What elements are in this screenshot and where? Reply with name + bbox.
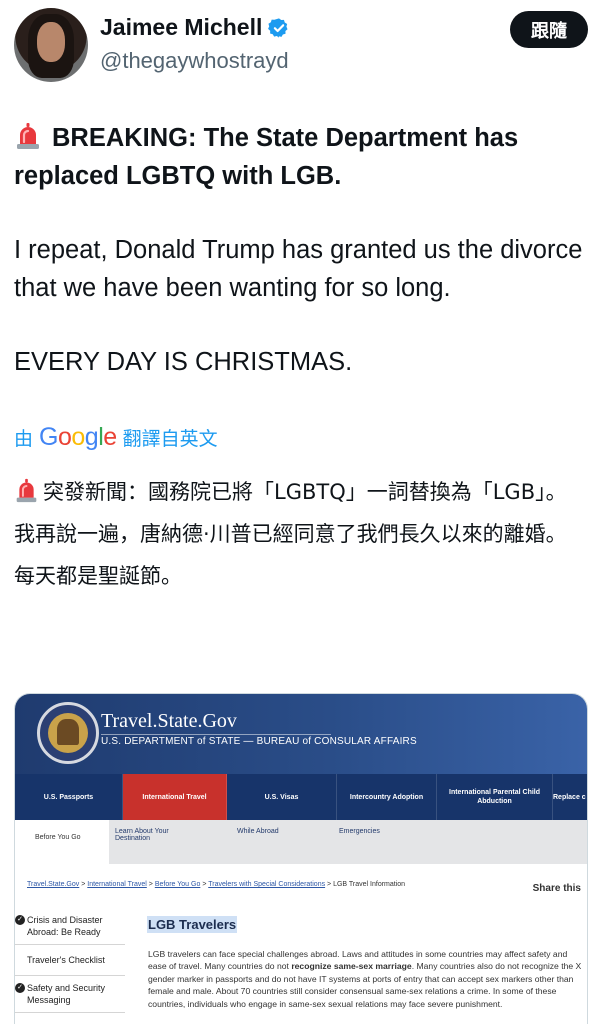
share-label: Share this <box>532 883 581 894</box>
translation-attribution[interactable]: 由 Google 翻譯自英文 <box>14 423 218 452</box>
verified-badge-icon <box>268 17 288 38</box>
nav-item: U.S. Visas <box>227 774 337 820</box>
nav-item: U.S. Passports <box>15 774 123 820</box>
user-handle[interactable]: @thegaywhostrayd <box>100 48 289 74</box>
attached-image[interactable]: Travel.State.Gov U.S. DEPARTMENT of STAT… <box>14 693 588 1024</box>
translated-line: 突發新聞：國務院已將「LGBTQ」一詞替換為「LGB」。 <box>14 476 574 508</box>
nav-item: International Parental Child Abduction <box>437 774 553 820</box>
article-body: LGB travelers can face special challenge… <box>148 949 582 1009</box>
breadcrumb-current: LGB Travel Information <box>333 881 406 888</box>
left-nav-item: ✓ Safety and Security Messaging <box>15 976 125 1013</box>
translation-prefix: 由 <box>14 428 34 450</box>
nav-item: Replace c <box>553 774 587 820</box>
headline-text: BREAKING: The State Department has repla… <box>14 124 519 190</box>
breadcrumb-separator: > <box>202 881 207 888</box>
tweet-header: Jaimee Michell @thegaywhostrayd 跟隨 <box>14 8 588 82</box>
site-banner: Travel.State.Gov U.S. DEPARTMENT of STAT… <box>15 694 587 774</box>
breadcrumb-separator: > <box>327 881 332 888</box>
tweet-paragraph: EVERY DAY IS CHRISTMAS. <box>14 348 353 376</box>
breadcrumb-separator: > <box>81 881 86 888</box>
subnav-item: Emergencies <box>339 828 380 835</box>
translated-text: 突發新聞：國務院已將「LGBTQ」一詞替換為「LGB」。 我再說一遍，唐納德·川… <box>14 476 574 602</box>
tweet-text: BREAKING: The State Department has repla… <box>14 120 594 382</box>
siren-icon <box>16 478 37 503</box>
left-nav-item: ✓ Crisis and Disaster Abroad: Be Ready <box>15 908 125 945</box>
breadcrumb-link: Travel.State.Gov <box>27 881 80 888</box>
site-subtitle: U.S. DEPARTMENT of STATE — BUREAU of CON… <box>101 736 417 747</box>
check-circle-icon: ✓ <box>15 983 25 993</box>
breadcrumb-link: International Travel <box>87 881 147 888</box>
google-logo: Google <box>39 423 117 451</box>
avatar[interactable] <box>14 8 88 82</box>
translated-line: 每天都是聖誕節。 <box>14 564 182 588</box>
siren-icon <box>17 123 39 149</box>
breadcrumb-link: Before You Go <box>154 881 201 888</box>
translated-line: 我再說一遍，唐納德·川普已經同意了我們長久以來的離婚。 <box>14 522 567 546</box>
nav-item: Intercountry Adoption <box>337 774 437 820</box>
subnav-item: Before You Go <box>15 820 109 864</box>
tweet-headline: BREAKING: The State Department has repla… <box>14 120 594 195</box>
translated-line-text: 突發新聞：國務院已將「LGBTQ」一詞替換為「LGB」。 <box>43 480 567 504</box>
site-title: Travel.State.Gov <box>101 710 237 732</box>
translation-suffix: 翻譯自英文 <box>122 428 218 450</box>
nav-item: International Travel <box>123 774 227 820</box>
subnav-item: While Abroad <box>237 828 279 835</box>
breadcrumb: Travel.State.Gov > International Travel … <box>27 881 405 888</box>
follow-button[interactable]: 跟隨 <box>510 11 588 48</box>
breadcrumb-link: Travelers with Special Considerations <box>208 881 326 888</box>
left-nav-item: Traveler's Checklist <box>15 945 125 976</box>
name-row: Jaimee Michell <box>100 14 290 41</box>
article-title: LGB Travelers <box>147 916 238 933</box>
tweet-paragraph: I repeat, Donald Trump has granted us th… <box>14 236 583 302</box>
state-department-seal <box>37 702 99 764</box>
breadcrumb-separator: > <box>148 881 153 888</box>
site-subnav: Before You Go Learn About Your Destinati… <box>15 820 587 864</box>
site-nav: U.S. Passports International Travel U.S.… <box>15 774 587 820</box>
subnav-item: Learn About Your Destination <box>115 828 169 842</box>
left-nav: ✓ Crisis and Disaster Abroad: Be Ready T… <box>15 908 125 1013</box>
display-name[interactable]: Jaimee Michell <box>100 14 262 41</box>
check-circle-icon: ✓ <box>15 915 25 925</box>
